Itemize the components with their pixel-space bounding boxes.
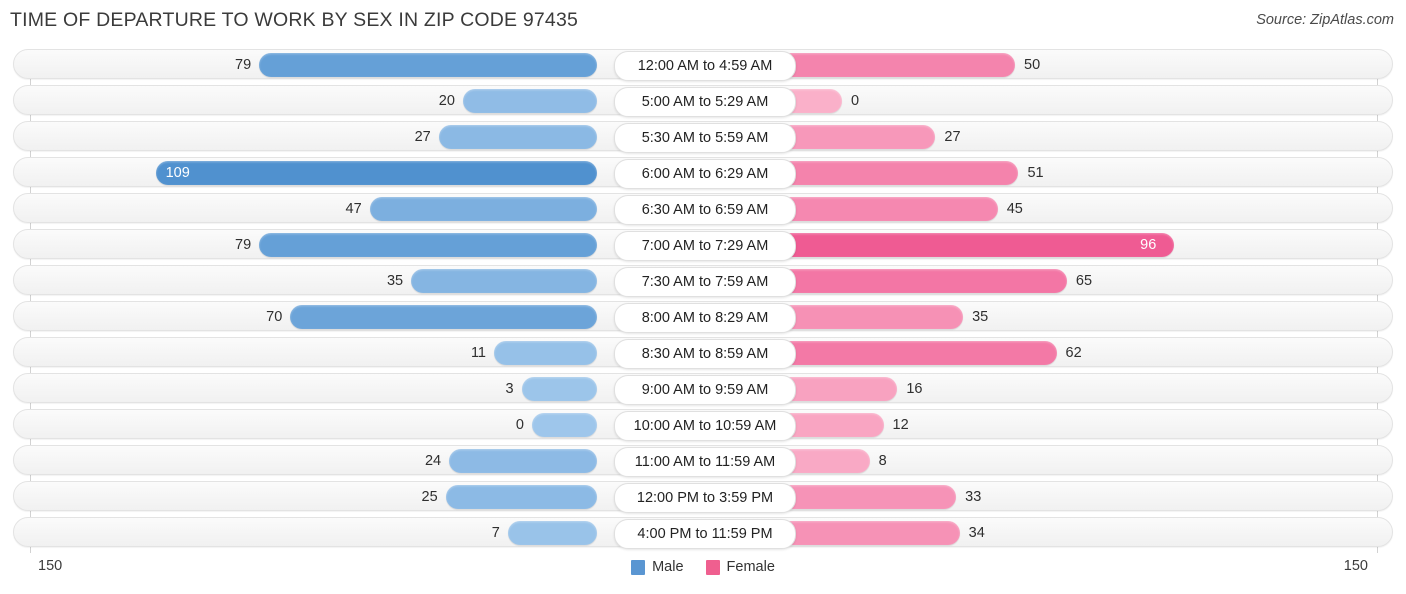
bar-value-female: 8 <box>878 453 887 469</box>
chart-row[interactable]: 11 62 8:30 AM to 8:59 AM <box>13 337 1393 369</box>
bar-value-female: 27 <box>944 129 961 145</box>
chart-row[interactable]: 25 33 12:00 PM to 3:59 PM <box>13 481 1393 513</box>
chart-footer: 150 150 Male Female <box>0 554 1406 594</box>
category-label: 4:00 PM to 11:59 PM <box>614 519 796 549</box>
page-title: TIME OF DEPARTURE TO WORK BY SEX IN ZIP … <box>10 9 579 31</box>
legend: Male Female <box>0 559 1406 575</box>
bar-value-male: 20 <box>438 93 455 109</box>
category-label: 7:00 AM to 7:29 AM <box>614 231 796 261</box>
category-label: 6:30 AM to 6:59 AM <box>614 195 796 225</box>
chart-row[interactable]: 109 51 6:00 AM to 6:29 AM <box>13 157 1393 189</box>
chart-row[interactable]: 20 0 5:00 AM to 5:29 AM <box>13 85 1393 117</box>
bar-male[interactable] <box>445 485 597 509</box>
bar-male[interactable] <box>507 521 597 545</box>
bar-male[interactable] <box>494 341 597 365</box>
legend-swatch-male-icon <box>631 559 646 575</box>
bar-value-female: 0 <box>851 93 860 109</box>
chart-row[interactable]: 70 35 8:00 AM to 8:29 AM <box>13 301 1393 333</box>
category-label: 6:00 AM to 6:29 AM <box>614 159 796 189</box>
bar-male[interactable] <box>438 125 597 149</box>
bar-male[interactable] <box>259 53 597 77</box>
legend-item-male[interactable]: Male <box>631 559 684 575</box>
bar-male[interactable] <box>521 377 597 401</box>
bar-female[interactable] <box>777 521 960 545</box>
bar-female[interactable] <box>777 305 964 329</box>
bar-value-female: 16 <box>906 381 923 397</box>
bar-female[interactable] <box>777 197 998 221</box>
bar-male[interactable] <box>155 161 597 185</box>
bar-value-male: 7 <box>491 525 500 541</box>
bar-value-male: 25 <box>421 489 438 505</box>
chart-row[interactable]: 27 27 5:30 AM to 5:59 AM <box>13 121 1393 153</box>
bar-female[interactable] <box>777 341 1057 365</box>
bar-value-male: 0 <box>515 417 524 433</box>
bar-male[interactable] <box>449 449 597 473</box>
bar-value-male: 35 <box>386 273 404 289</box>
bar-male[interactable] <box>259 233 597 257</box>
category-label: 11:00 AM to 11:59 AM <box>614 447 796 477</box>
chart-row[interactable]: 0 12 10:00 AM to 10:59 AM <box>13 409 1393 441</box>
bar-value-female: 35 <box>972 309 989 325</box>
bar-value-male: 109 <box>165 165 190 181</box>
bar-value-male: 70 <box>266 309 283 325</box>
chart-row[interactable]: 35 65 7:30 AM to 7:59 AM <box>13 265 1393 297</box>
bar-value-female: 62 <box>1065 345 1082 361</box>
bar-female[interactable] <box>777 161 1019 185</box>
bar-value-female: 12 <box>892 417 909 433</box>
bar-value-male: 11 <box>470 345 486 361</box>
category-label: 8:00 AM to 8:29 AM <box>614 303 796 333</box>
plot-area: 79 50 12:00 AM to 4:59 AM 20 0 5:00 AM to 5:2… <box>0 49 1406 554</box>
bar-female[interactable] <box>777 485 957 509</box>
legend-label-female: Female <box>726 559 775 575</box>
bar-value-male: 24 <box>424 453 442 469</box>
chart-row[interactable]: 7 34 4:00 PM to 11:59 PM <box>13 517 1393 549</box>
bar-female[interactable] <box>777 269 1067 293</box>
chart-row[interactable]: 79 50 12:00 AM to 4:59 AM <box>13 49 1393 81</box>
bar-value-male: 27 <box>414 129 431 145</box>
category-label: 9:00 AM to 9:59 AM <box>614 375 796 405</box>
legend-item-female[interactable]: Female <box>705 559 775 575</box>
chart-row[interactable]: 79 96 7:00 AM to 7:29 AM <box>13 229 1393 261</box>
bar-value-male: 3 <box>505 381 514 397</box>
chart-header: TIME OF DEPARTURE TO WORK BY SEX IN ZIP … <box>0 0 1406 40</box>
chart-root: TIME OF DEPARTURE TO WORK BY SEX IN ZIP … <box>0 0 1406 594</box>
category-label: 8:30 AM to 8:59 AM <box>614 339 796 369</box>
category-label: 10:00 AM to 10:59 AM <box>614 411 796 441</box>
bar-female[interactable] <box>777 233 1175 257</box>
bar-male[interactable] <box>369 197 597 221</box>
bar-value-female: 34 <box>968 525 985 541</box>
bar-female[interactable] <box>777 53 1015 77</box>
bar-male[interactable] <box>290 305 597 329</box>
bar-value-female: 65 <box>1075 273 1093 289</box>
bar-value-female: 33 <box>965 489 982 505</box>
chart-row[interactable]: 47 45 6:30 AM to 6:59 AM <box>13 193 1393 225</box>
bar-value-female: 45 <box>1006 201 1023 217</box>
bar-value-female: 96 <box>1140 237 1157 253</box>
category-label: 5:00 AM to 5:29 AM <box>614 87 796 117</box>
category-label: 12:00 AM to 4:59 AM <box>614 51 796 81</box>
bar-value-male: 79 <box>235 237 252 253</box>
legend-label-male: Male <box>652 559 684 575</box>
bar-male[interactable] <box>532 413 597 437</box>
source-attribution: Source: ZipAtlas.com <box>1256 12 1394 28</box>
bar-male[interactable] <box>411 269 597 293</box>
bar-female[interactable] <box>777 125 936 149</box>
category-label: 7:30 AM to 7:59 AM <box>614 267 796 297</box>
bar-male[interactable] <box>462 89 597 113</box>
legend-swatch-female-icon <box>705 559 720 575</box>
chart-row[interactable]: 3 16 9:00 AM to 9:59 AM <box>13 373 1393 405</box>
category-label: 12:00 PM to 3:59 PM <box>614 483 796 513</box>
chart-row[interactable]: 24 8 11:00 AM to 11:59 AM <box>13 445 1393 477</box>
bar-value-male: 79 <box>235 57 252 73</box>
category-label: 5:30 AM to 5:59 AM <box>614 123 796 153</box>
bar-value-female: 50 <box>1024 57 1041 73</box>
bar-value-female: 51 <box>1027 165 1044 181</box>
bar-value-male: 47 <box>345 201 362 217</box>
